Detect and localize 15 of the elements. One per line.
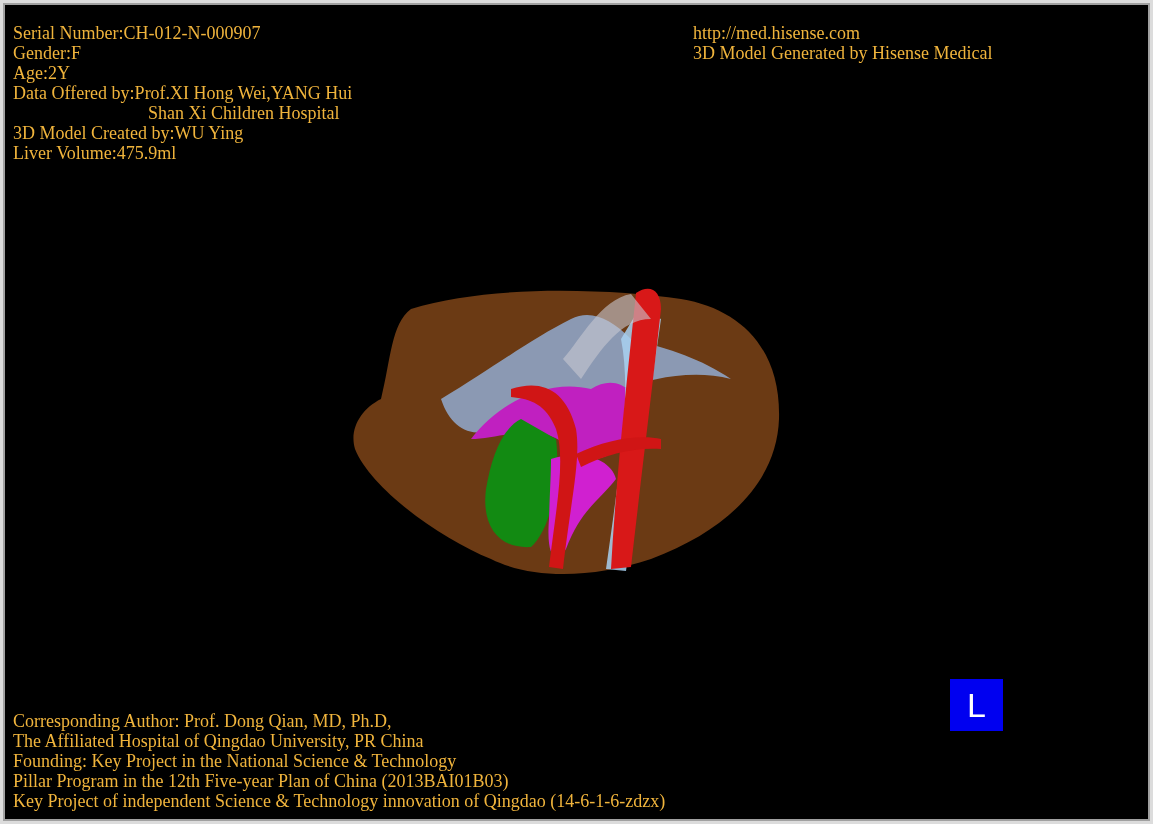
info-text: Serial Number:CH-012-N-000907 — [13, 23, 262, 43]
credit-text: Corresponding Author: Prof. Dong Qian, MD, Ph.D, — [13, 711, 393, 731]
generator-caption: 3D Model Generated by Hisense Medical — [693, 43, 993, 63]
credit-text: Founding: Key Project in the National Science & Technology — [13, 751, 458, 771]
info-text: Liver Volume:475.9ml — [13, 143, 178, 163]
info-text: 3D Model Created by:WU Ying — [13, 123, 245, 143]
info-text: Gender:F — [13, 43, 82, 63]
info-text: Data Offered by:Prof.XI Hong Wei,YANG Hui — [13, 83, 354, 103]
website-link[interactable]: http://med.hisense.com — [693, 23, 993, 43]
credit-text: Key Project of independent Science & Technology innovation of Qingdao (14-6-1-6-zdzx) — [13, 791, 667, 811]
credit-text: Pillar Program in the 12th Five-year Plan of China (2013BAI01B03) — [13, 771, 510, 791]
info-text: Shan Xi Children Hospital — [147, 103, 341, 123]
orientation-marker: L — [950, 679, 1003, 731]
info-text: Age:2Y — [13, 63, 71, 83]
credit-text: The Affiliated Hospital of Qingdao University, PR China — [13, 731, 425, 751]
